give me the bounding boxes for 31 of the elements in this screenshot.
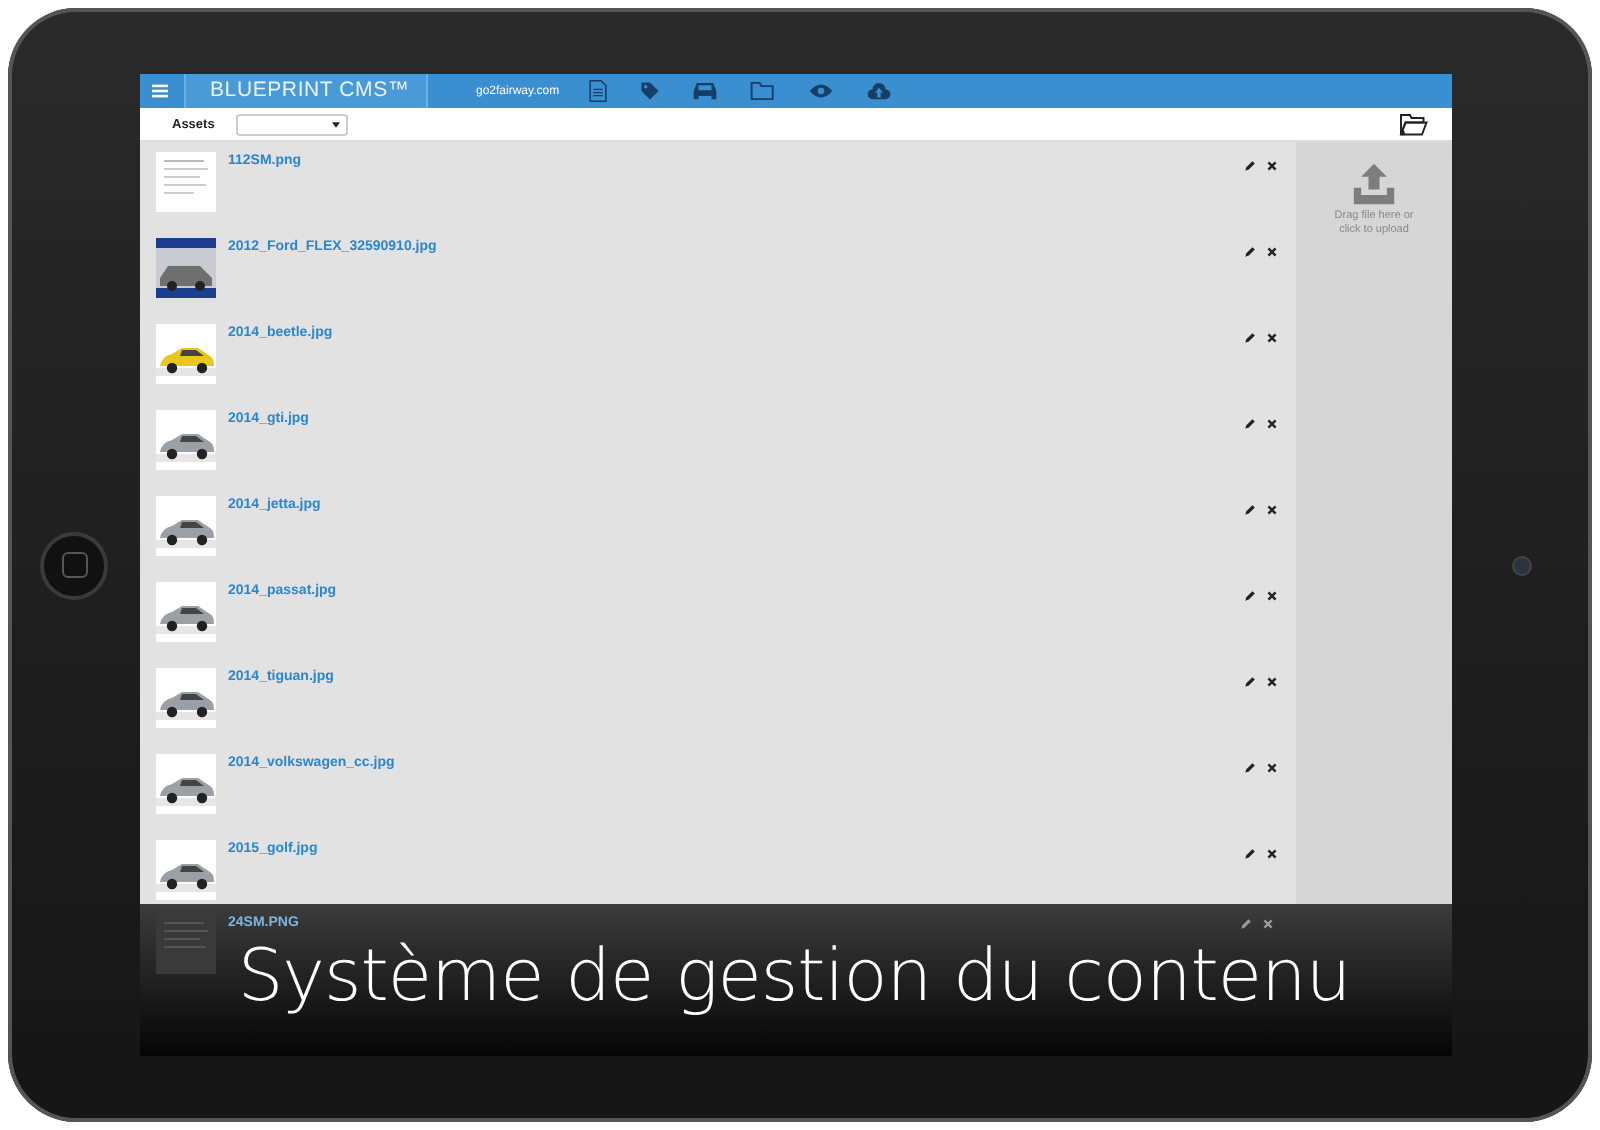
pencil-icon[interactable]	[1244, 676, 1256, 688]
eye-icon[interactable]	[807, 80, 834, 102]
close-icon[interactable]	[1266, 332, 1278, 344]
caption: Système de gestion du contenu	[237, 936, 1351, 1020]
pencil-icon[interactable]	[1244, 332, 1256, 344]
close-icon[interactable]	[1266, 160, 1278, 172]
pencil-icon[interactable]	[1244, 160, 1256, 172]
close-icon[interactable]	[1266, 246, 1278, 258]
menu-icon[interactable]	[152, 84, 168, 98]
close-icon[interactable]	[1266, 676, 1278, 688]
pencil-icon[interactable]	[1244, 848, 1256, 860]
upload-icon	[1352, 162, 1396, 206]
close-icon[interactable]	[1266, 590, 1278, 602]
tag-icon[interactable]	[639, 80, 660, 102]
close-icon[interactable]	[1266, 504, 1278, 516]
close-icon[interactable]	[1266, 848, 1278, 860]
camera-icon	[1512, 555, 1532, 575]
caret-icon	[332, 121, 340, 127]
pencil-icon[interactable]	[1244, 418, 1256, 430]
close-icon[interactable]	[1266, 418, 1278, 430]
close-icon[interactable]	[1266, 762, 1278, 774]
cloud-upload-icon[interactable]	[865, 80, 892, 102]
folder-icon[interactable]	[1398, 112, 1428, 136]
pencil-icon[interactable]	[1244, 590, 1256, 602]
home-button[interactable]	[40, 531, 108, 599]
pencil-icon[interactable]	[1244, 246, 1256, 258]
app-title: BLUEPRINT CMS™	[184, 74, 428, 108]
pencil-icon[interactable]	[1244, 504, 1256, 516]
car-icon[interactable]	[691, 80, 718, 102]
document-icon[interactable]	[587, 80, 608, 102]
pencil-icon[interactable]	[1244, 762, 1256, 774]
